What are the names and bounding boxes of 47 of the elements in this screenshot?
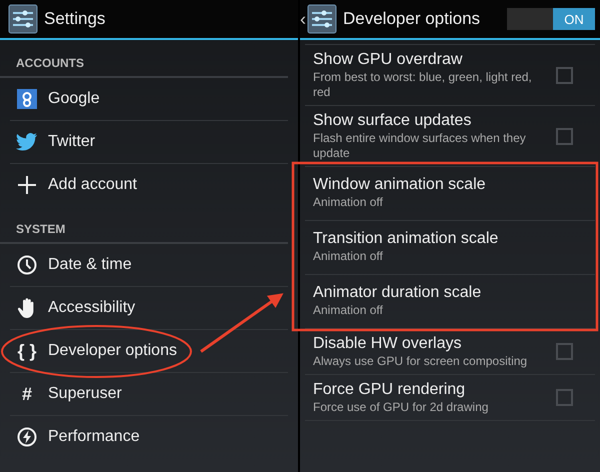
settings-item[interactable]: Performance [10,416,288,458]
section-header: SYSTEM [16,222,66,236]
preference-item[interactable]: Animator duration scale Animation off [305,274,595,328]
section-header: ACCOUNTS [16,56,84,70]
settings-item[interactable]: Add account [10,164,288,206]
preference-item[interactable]: Transition animation scale Animation off [305,220,595,274]
clock-icon [17,255,37,275]
preference-title: Window animation scale [313,175,487,195]
settings-icon [307,4,337,34]
checkbox[interactable] [556,389,573,406]
lightning-icon [17,427,37,447]
preference-item[interactable]: Disable HW overlays Always use GPU for screen compositing [305,328,595,374]
preference-summary: Animation off [313,195,384,210]
preference-summary: From best to worst: blue, green, light red, red [313,70,533,100]
preference-summary: Always use GPU for screen compositing [313,354,528,369]
checkbox[interactable] [556,343,573,360]
bird-icon [16,133,38,151]
preference-item[interactable]: Show surface updates Flash entire window surfaces when they update [305,105,595,166]
preference-title: Show surface updates [313,111,472,131]
preference-title: Show GPU overdraw [313,50,464,70]
account-icon [17,89,37,109]
checkbox[interactable] [556,66,573,84]
settings-item[interactable]: { } Developer options [10,330,288,373]
preference-title: Animator duration scale [313,283,482,303]
settings-item[interactable]: Date & time [10,244,288,287]
preference-title: Transition animation scale [313,229,500,249]
preference-summary: Animation off [313,303,384,318]
screen-title: Settings [44,9,106,29]
preference-summary: Animation off [313,249,384,264]
plus-icon [17,175,37,195]
screen-title: Developer options [343,9,482,29]
settings-item[interactable]: Accessibility [10,287,288,330]
glyph-icon: # [22,384,32,404]
preference-summary: Flash entire window surfaces when they update [313,131,527,161]
preference-title: Force GPU rendering [313,380,466,400]
settings-item[interactable]: Google [10,78,288,121]
preference-item[interactable]: Window animation scale Animation off [305,166,595,220]
settings-item[interactable]: Twitter [10,121,288,164]
settings-item[interactable]: # Superuser [10,373,288,416]
preference-summary: Force use of GPU for 2d drawing [313,400,490,415]
preference-title: Disable HW overlays [313,334,462,354]
checkbox[interactable] [556,128,573,144]
glyph-icon: { } [17,340,36,362]
settings-icon [8,4,38,34]
back-button[interactable]: ‹ [300,8,307,30]
preference-item[interactable]: Show GPU overdraw From best to worst: blue, green, light red, red [305,44,595,105]
preference-item[interactable]: Force GPU rendering Force use of GPU for 2d drawing [305,374,595,421]
